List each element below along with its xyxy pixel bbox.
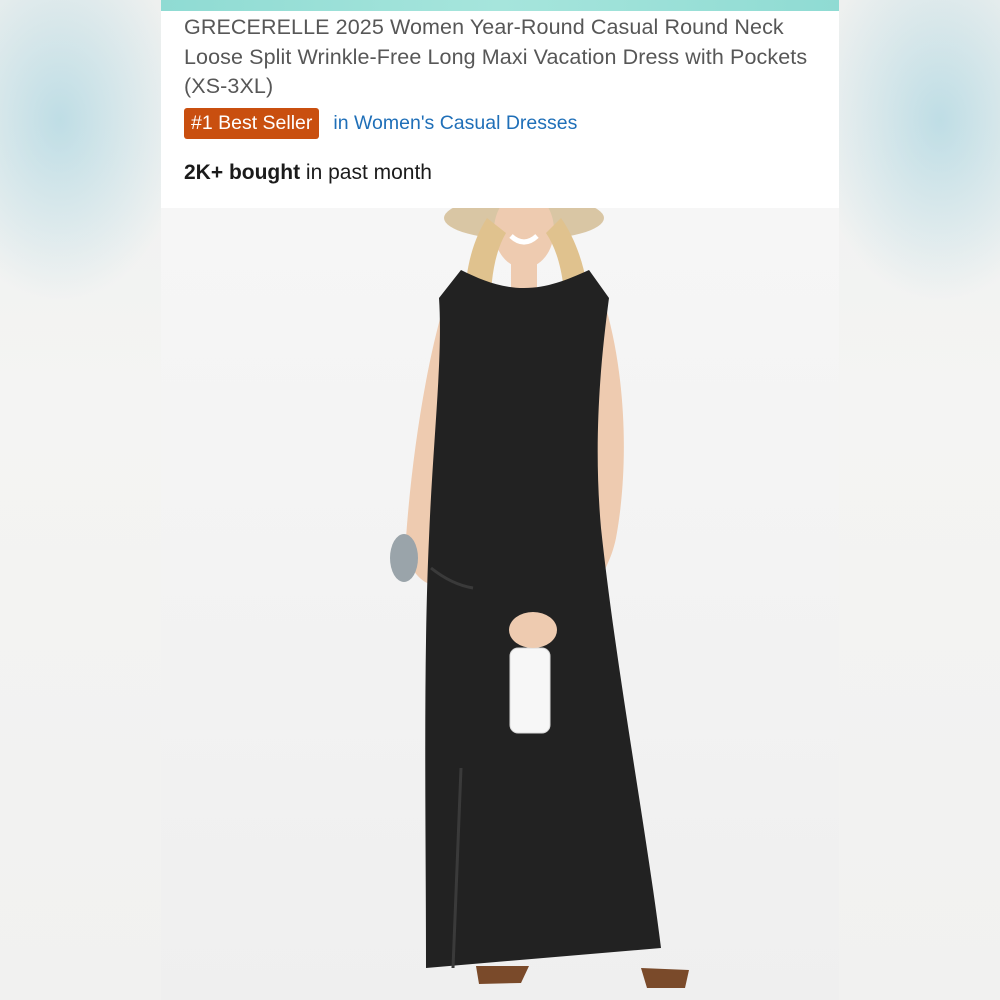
product-header: GRECERELLE 2025 Women Year-Round Casual … — [161, 11, 839, 208]
sandal-left-icon — [476, 966, 529, 984]
category-link[interactable]: in Women's Casual Dresses — [333, 112, 577, 135]
best-seller-badge[interactable]: #1 Best Seller — [184, 108, 320, 139]
bag-icon — [390, 534, 418, 582]
best-seller-row: #1 Best Seller in Women's Casual Dresses — [184, 107, 577, 140]
purchase-count-bold: 2K+ bought — [184, 161, 301, 184]
sandal-right-icon — [641, 968, 689, 988]
woman-in-black-maxi-dress-icon — [390, 208, 689, 988]
purchase-count: 2K+ bought in past month — [184, 161, 432, 185]
product-card: GRECERELLE 2025 Women Year-Round Casual … — [161, 0, 839, 1000]
product-image[interactable] — [161, 208, 839, 1000]
purchase-count-rest: in past month — [300, 161, 432, 184]
product-title[interactable]: GRECERELLE 2025 Women Year-Round Casual … — [184, 13, 814, 102]
top-accent-bar — [161, 0, 839, 11]
white-cup-icon — [509, 647, 551, 734]
